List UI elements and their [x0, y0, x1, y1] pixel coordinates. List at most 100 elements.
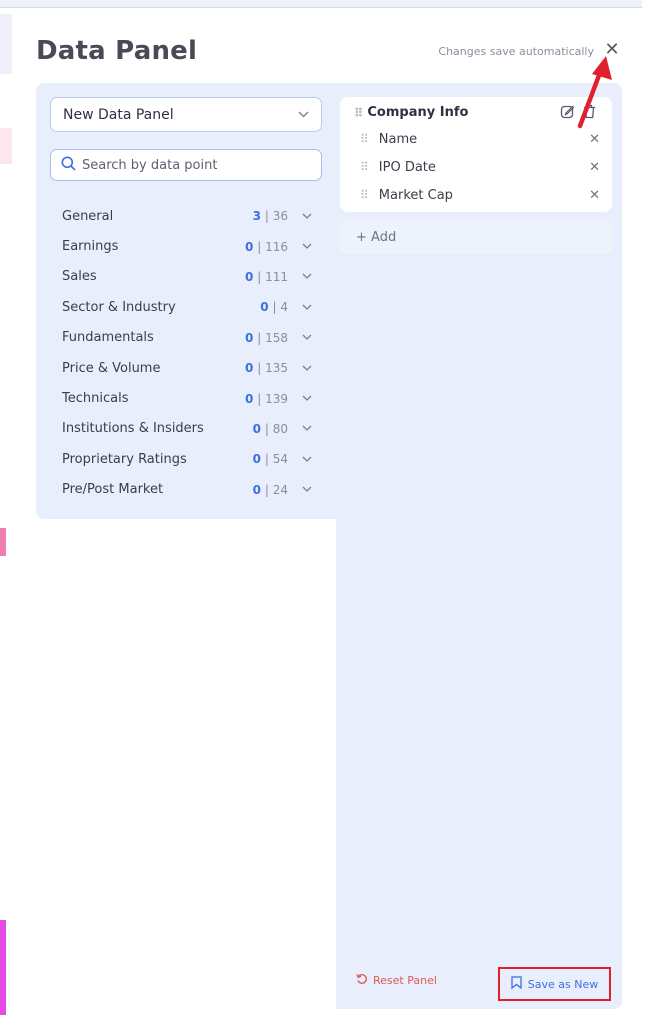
count-separator: | — [264, 482, 269, 497]
category-label: Price & Volume — [62, 360, 161, 376]
total-count: 158 — [265, 330, 288, 345]
field-row-ipo-date[interactable]: ⠿ IPO Date ✕ — [360, 154, 600, 180]
remove-icon[interactable]: ✕ — [589, 160, 600, 175]
total-count: 4 — [280, 300, 288, 315]
category-sector-industry[interactable]: Sector & Industry 0 | 4 — [62, 292, 312, 322]
selected-count: 0 — [245, 269, 254, 284]
count-separator: | — [264, 421, 269, 436]
chevron-down-icon[interactable] — [302, 363, 312, 374]
panel-body: New Data Panel General 3 | 36 — [36, 83, 622, 1018]
category-proprietary-ratings[interactable]: Proprietary Ratings 0 | 54 — [62, 444, 312, 474]
category-earnings[interactable]: Earnings 0 | 116 — [62, 231, 312, 261]
save-as-new-label: Save as New — [527, 977, 599, 991]
count-separator: | — [257, 330, 262, 345]
background-app-strip — [0, 528, 6, 556]
panel-select-value: New Data Panel — [63, 106, 174, 123]
total-count: 139 — [265, 391, 288, 406]
category-count: 0 | 135 — [245, 361, 288, 375]
total-count: 135 — [265, 361, 288, 376]
bookmark-icon — [511, 976, 522, 992]
data-panel-modal: Data Panel Changes save automatically ✕ … — [12, 10, 642, 1024]
category-institutions-insiders[interactable]: Institutions & Insiders 0 | 80 — [62, 414, 312, 444]
background-app-strip — [0, 14, 12, 74]
chevron-down-icon[interactable] — [302, 332, 312, 343]
category-pre-post-market[interactable]: Pre/Post Market 0 | 24 — [62, 475, 312, 505]
selected-count: 0 — [245, 361, 254, 376]
chevron-down-icon[interactable] — [302, 271, 312, 282]
category-general[interactable]: General 3 | 36 — [62, 201, 312, 231]
selected-count: 3 — [252, 209, 262, 224]
category-technicals[interactable]: Technicals 0 | 139 — [62, 383, 312, 413]
category-label: Sales — [62, 269, 97, 285]
category-label: General — [62, 208, 114, 224]
category-label: Sector & Industry — [62, 299, 176, 315]
search-field[interactable] — [50, 149, 322, 181]
total-count: 36 — [272, 209, 288, 224]
field-row-name[interactable]: ⠿ Name ✕ — [360, 126, 600, 152]
chevron-down-icon[interactable] — [302, 241, 312, 252]
category-count: 3 | 36 — [253, 209, 288, 223]
count-separator: | — [272, 300, 277, 315]
count-separator: | — [257, 269, 262, 284]
category-label: Earnings — [62, 239, 119, 255]
category-count: 0 | 116 — [245, 240, 288, 254]
background-app-strip — [0, 128, 12, 164]
drag-handle-icon[interactable]: ⠿ — [360, 132, 369, 146]
drag-handle-icon[interactable]: ⠿ — [354, 106, 363, 120]
drag-handle-icon[interactable]: ⠿ — [360, 188, 369, 202]
app-topbar-edge — [0, 0, 642, 8]
category-count: 0 | 111 — [245, 270, 288, 284]
category-sales[interactable]: Sales 0 | 111 — [62, 262, 312, 292]
selected-count: 0 — [245, 391, 254, 406]
category-label: Technicals — [62, 391, 129, 407]
category-price-volume[interactable]: Price & Volume 0 | 135 — [62, 353, 312, 383]
page-title: Data Panel — [36, 36, 198, 66]
total-count: 54 — [272, 452, 288, 467]
category-count: 0 | 80 — [253, 422, 288, 436]
field-row-market-cap[interactable]: ⠿ Market Cap ✕ — [360, 182, 600, 208]
category-count: 0 | 139 — [245, 392, 288, 406]
chevron-down-icon[interactable] — [302, 393, 312, 404]
remove-icon[interactable]: ✕ — [589, 188, 600, 203]
save-as-new-button[interactable]: Save as New — [498, 967, 611, 1001]
chevron-down-icon[interactable] — [302, 423, 312, 434]
selected-count: 0 — [245, 239, 254, 254]
category-fundamentals[interactable]: Fundamentals 0 | 158 — [62, 323, 312, 353]
screen: Data Panel Changes save automatically ✕ … — [0, 0, 650, 1024]
remove-icon[interactable]: ✕ — [589, 132, 600, 147]
selected-fields-pane: ⠿ Company Info ⠿ Name ✕ ⠿ IPO Date ✕ ⠿ M… — [336, 83, 622, 1009]
field-label: IPO Date — [378, 159, 436, 175]
category-label: Fundamentals — [62, 330, 154, 346]
reset-panel-label: Reset Panel — [373, 974, 437, 987]
group-header: ⠿ Company Info — [354, 105, 468, 120]
add-group-button[interactable]: + Add — [340, 220, 612, 254]
search-input[interactable] — [82, 157, 302, 173]
count-separator: | — [257, 361, 262, 376]
chevron-down-icon[interactable] — [302, 302, 312, 313]
total-count: 80 — [272, 421, 288, 436]
field-label: Name — [378, 131, 418, 147]
group-title: Company Info — [367, 105, 469, 120]
total-count: 116 — [265, 239, 288, 254]
panel-select[interactable]: New Data Panel — [50, 97, 322, 132]
background-app-strip — [0, 920, 6, 1015]
chevron-down-icon[interactable] — [302, 211, 312, 222]
data-point-browser: New Data Panel General 3 | 36 — [36, 83, 336, 519]
selected-count: 0 — [252, 421, 262, 436]
field-label: Market Cap — [378, 187, 453, 203]
category-count: 0 | 158 — [245, 331, 288, 345]
drag-handle-icon[interactable]: ⠿ — [360, 160, 369, 174]
count-separator: | — [257, 239, 262, 254]
category-list: General 3 | 36 Earnings 0 | 116 Sales 0 … — [62, 201, 312, 505]
selected-count: 0 — [252, 452, 262, 467]
reset-panel-button[interactable]: Reset Panel — [356, 973, 437, 988]
chevron-down-icon[interactable] — [302, 454, 312, 465]
category-count: 0 | 4 — [260, 300, 288, 314]
annotation-arrow-icon — [577, 56, 612, 129]
selected-count: 0 — [260, 300, 269, 315]
count-separator: | — [264, 452, 269, 467]
chevron-down-icon[interactable] — [302, 484, 312, 495]
selected-count: 0 — [252, 482, 262, 497]
total-count: 24 — [272, 482, 288, 497]
reset-icon — [356, 973, 368, 988]
